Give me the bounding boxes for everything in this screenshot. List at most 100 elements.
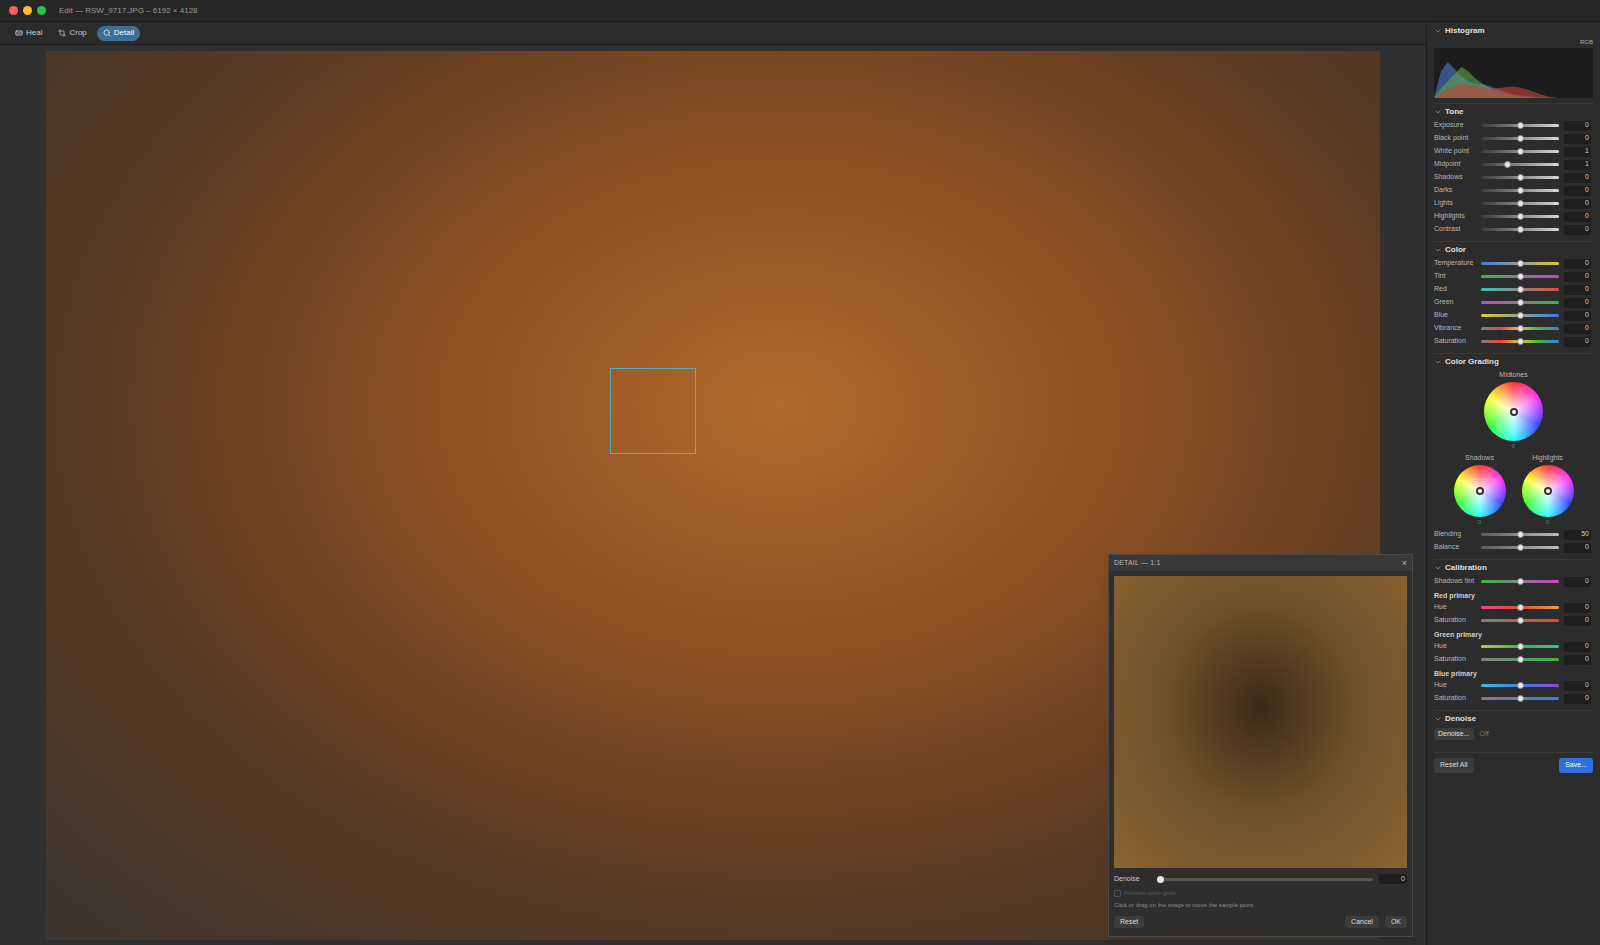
wheel-point[interactable] (1476, 487, 1484, 495)
histogram-channel[interactable]: RGB (1580, 38, 1593, 48)
color-wheel[interactable] (1454, 465, 1506, 517)
slider-value[interactable]: 0 (1564, 212, 1591, 222)
color-wheel[interactable] (1522, 465, 1574, 517)
slider-value[interactable]: 1 (1564, 147, 1591, 157)
slider-value[interactable]: 0 (1564, 577, 1591, 587)
slider-track[interactable] (1481, 546, 1559, 549)
close-button[interactable] (9, 6, 18, 15)
slider-track[interactable] (1481, 189, 1559, 192)
slider-value[interactable]: 0 (1564, 173, 1591, 183)
slider-track[interactable] (1481, 340, 1559, 343)
slider-thumb[interactable] (1517, 226, 1524, 233)
slider-track[interactable] (1481, 606, 1559, 609)
slider-track[interactable] (1481, 275, 1559, 278)
dialog-button[interactable]: Reset (1114, 916, 1144, 929)
slider-track[interactable] (1481, 533, 1559, 536)
slider-track[interactable] (1481, 301, 1559, 304)
slider-track[interactable] (1481, 288, 1559, 291)
slider-thumb[interactable] (1517, 656, 1524, 663)
slider-value[interactable]: 0 (1564, 642, 1591, 652)
slider-value[interactable]: 0 (1564, 603, 1591, 613)
slider-thumb[interactable] (1517, 544, 1524, 551)
slider-track[interactable] (1481, 124, 1559, 127)
slider-thumb[interactable] (1517, 299, 1524, 306)
slider-value[interactable]: 0 (1564, 186, 1591, 196)
section-header[interactable]: Color (1434, 243, 1593, 257)
slider-track[interactable] (1481, 314, 1559, 317)
slider-thumb[interactable] (1504, 161, 1511, 168)
section-header[interactable]: Histogram (1434, 24, 1593, 38)
color-wheel[interactable] (1484, 382, 1543, 441)
slider-track[interactable] (1481, 262, 1559, 265)
slider-thumb[interactable] (1517, 312, 1524, 319)
section-header[interactable]: Tone (1434, 105, 1593, 119)
slider-value[interactable]: 0 (1564, 134, 1591, 144)
slider-track[interactable] (1160, 878, 1373, 881)
slider-track[interactable] (1481, 684, 1559, 687)
slider-thumb[interactable] (1517, 200, 1524, 207)
slider-thumb[interactable] (1517, 286, 1524, 293)
slider-track[interactable] (1481, 327, 1559, 330)
slider-thumb[interactable] (1517, 531, 1524, 538)
slider-track[interactable] (1481, 176, 1559, 179)
slider-thumb[interactable] (1517, 338, 1524, 345)
slider-thumb[interactable] (1517, 260, 1524, 267)
slider-value[interactable]: 50 (1564, 530, 1591, 540)
close-button[interactable]: × (1402, 559, 1407, 568)
slider-value[interactable]: 0 (1564, 681, 1591, 691)
slider-track[interactable] (1481, 619, 1559, 622)
tool-tab[interactable]: Heal (9, 26, 48, 41)
section-header[interactable]: Calibration (1434, 561, 1593, 575)
slider-track[interactable] (1481, 150, 1559, 153)
slider-track[interactable] (1481, 215, 1559, 218)
slider-value[interactable]: 0 (1564, 694, 1591, 704)
zoom-button[interactable] (37, 6, 46, 15)
dialog-button[interactable]: OK (1385, 916, 1407, 929)
slider-value[interactable]: 0 (1564, 121, 1591, 131)
denoise-button[interactable]: Denoise... (1434, 728, 1474, 741)
slider-value[interactable]: 0 (1564, 225, 1591, 235)
tool-tab[interactable]: Detail (97, 26, 140, 41)
slider-thumb[interactable] (1157, 876, 1164, 883)
section-header[interactable]: Color Grading (1434, 355, 1593, 369)
slider-thumb[interactable] (1517, 643, 1524, 650)
slider-thumb[interactable] (1517, 135, 1524, 142)
slider-value[interactable]: 0 (1564, 259, 1591, 269)
slider-value[interactable]: 0 (1564, 298, 1591, 308)
slider-value[interactable]: 0 (1564, 655, 1591, 665)
slider-track[interactable] (1481, 697, 1559, 700)
minimize-button[interactable] (23, 6, 32, 15)
slider-track[interactable] (1481, 228, 1559, 231)
slider-value[interactable]: 0 (1564, 324, 1591, 334)
slider-value[interactable]: 0 (1379, 874, 1407, 884)
wheel-point[interactable] (1544, 487, 1552, 495)
slider-thumb[interactable] (1517, 213, 1524, 220)
slider-thumb[interactable] (1517, 148, 1524, 155)
slider-thumb[interactable] (1517, 578, 1524, 585)
slider-value[interactable]: 0 (1564, 337, 1591, 347)
slider-thumb[interactable] (1517, 273, 1524, 280)
slider-thumb[interactable] (1517, 617, 1524, 624)
slider-thumb[interactable] (1517, 174, 1524, 181)
slider-thumb[interactable] (1517, 695, 1524, 702)
slider-track[interactable] (1481, 658, 1559, 661)
option-checkbox[interactable] (1114, 890, 1121, 897)
slider-thumb[interactable] (1517, 325, 1524, 332)
slider-track[interactable] (1481, 137, 1559, 140)
slider-thumb[interactable] (1517, 604, 1524, 611)
save-button[interactable]: Save... (1559, 758, 1593, 773)
slider-thumb[interactable] (1517, 187, 1524, 194)
dialog-button[interactable]: Cancel (1345, 916, 1379, 929)
wheel-point[interactable] (1510, 408, 1518, 416)
detail-preview[interactable] (1114, 576, 1407, 868)
slider-value[interactable]: 0 (1564, 543, 1591, 553)
slider-value[interactable]: 0 (1564, 285, 1591, 295)
slider-value[interactable]: 0 (1564, 199, 1591, 209)
slider-value[interactable]: 1 (1564, 160, 1591, 170)
tool-tab[interactable]: Crop (52, 26, 92, 41)
slider-track[interactable] (1481, 580, 1559, 583)
slider-track[interactable] (1481, 645, 1559, 648)
slider-value[interactable]: 0 (1564, 272, 1591, 282)
slider-thumb[interactable] (1517, 682, 1524, 689)
slider-track[interactable] (1481, 202, 1559, 205)
